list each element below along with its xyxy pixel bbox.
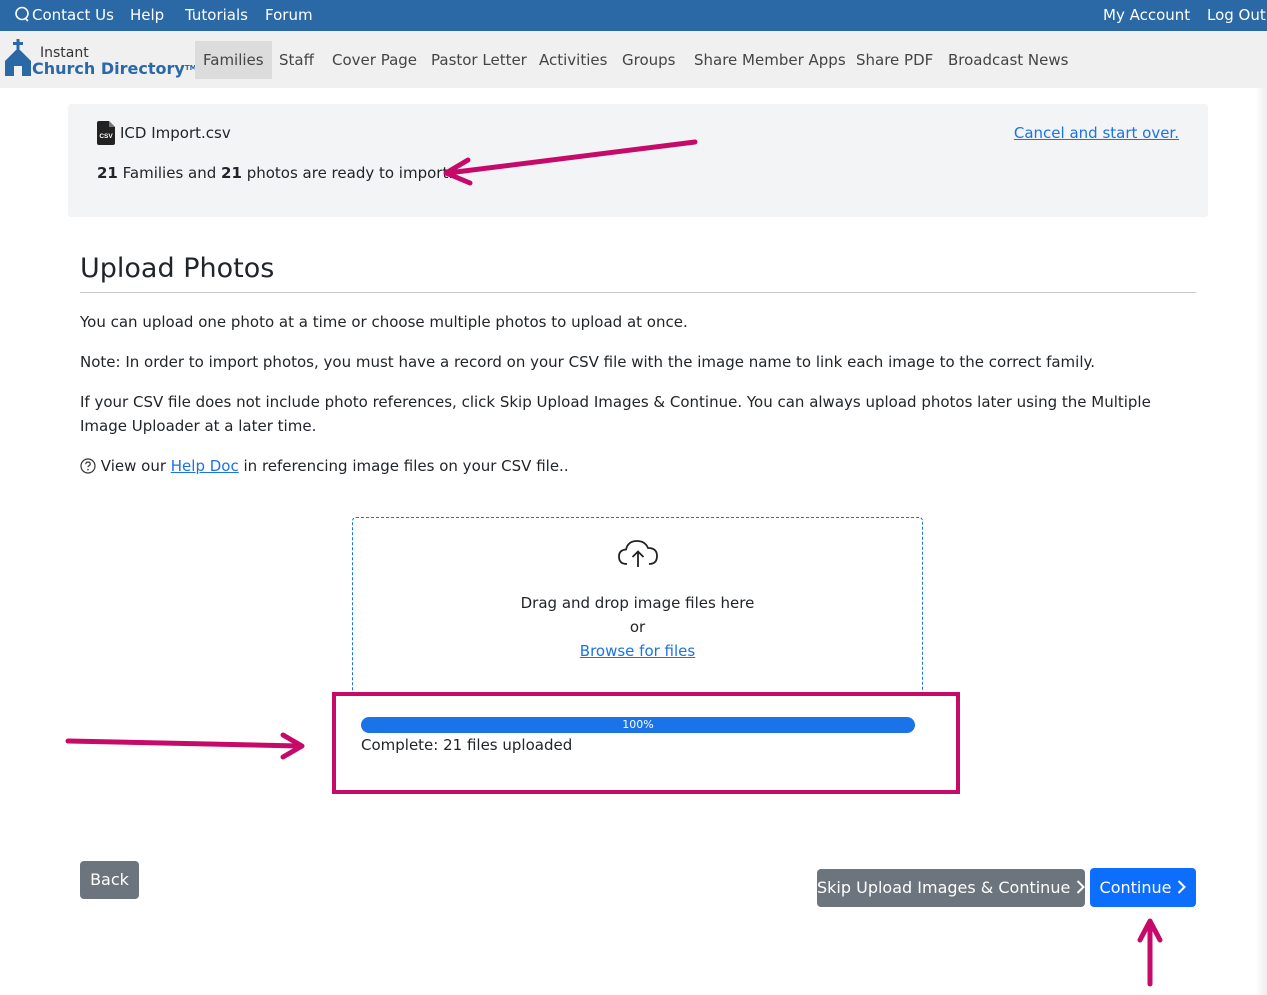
chevron-right-icon (1077, 880, 1086, 894)
contact-us-link[interactable]: Contact Us (14, 6, 114, 25)
right-edge-shade (1255, 88, 1267, 995)
nav-groups[interactable]: Groups (614, 41, 683, 79)
note-paragraph: Note: In order to import photos, you mus… (80, 353, 1095, 371)
nav-pastor-letter[interactable]: Pastor Letter (423, 41, 535, 79)
tutorials-link[interactable]: Tutorials (185, 6, 248, 25)
nav-staff[interactable]: Staff (271, 41, 322, 79)
chevron-right-icon (1178, 880, 1187, 894)
csv-file-icon: CSV (97, 121, 115, 145)
help-doc-line: View our Help Doc in referencing image f… (80, 454, 1160, 478)
cancel-start-over-link[interactable]: Cancel and start over. (1014, 124, 1179, 142)
logo[interactable]: Instant Church DirectoryTM (4, 39, 197, 81)
forum-link[interactable]: Forum (265, 6, 313, 25)
annotation-arrow-continue (1137, 918, 1163, 987)
nav-share-member-apps[interactable]: Share Member Apps (686, 41, 854, 79)
browse-files-link[interactable]: Browse for files (580, 642, 695, 660)
nav-share-pdf[interactable]: Share PDF (848, 41, 941, 79)
import-filename: ICD Import.csv (120, 124, 231, 142)
contact-us-label: Contact Us (32, 6, 114, 24)
logo-name: Church Directory (32, 59, 185, 78)
nav-activities[interactable]: Activities (531, 41, 615, 79)
my-account-link[interactable]: My Account (1103, 6, 1190, 25)
help-doc-suffix: in referencing image files on your CSV f… (243, 457, 569, 475)
continue-button[interactable]: Continue (1090, 868, 1196, 907)
intro-paragraph: You can upload one photo at a time or ch… (80, 313, 688, 331)
title-divider (80, 292, 1196, 293)
log-out-link[interactable]: Log Out (1207, 6, 1266, 25)
ready-to-import-message: 21 Families and 21 photos are ready to i… (97, 164, 453, 182)
csv-icon-label: CSV (99, 133, 113, 140)
skip-button-label: Skip Upload Images & Continue (817, 878, 1071, 897)
top-bar: Contact Us Help Tutorials Forum My Accou… (0, 0, 1267, 31)
drag-drop-text: Drag and drop image files here (520, 594, 755, 612)
families-count: 21 (97, 164, 118, 182)
skip-info-paragraph: If your CSV file does not include photo … (80, 393, 1151, 435)
help-doc-prefix: View our (100, 457, 166, 475)
photos-count: 21 (221, 164, 242, 182)
back-button[interactable]: Back (80, 861, 139, 899)
skip-upload-continue-button[interactable]: Skip Upload Images & Continue (817, 869, 1086, 907)
page-title: Upload Photos (80, 253, 275, 284)
file-dropzone[interactable]: Drag and drop image files here or Browse… (352, 517, 923, 693)
nav-cover-page[interactable]: Cover Page (324, 41, 425, 79)
nav-families[interactable]: Families (195, 41, 272, 79)
families-word: Families and (122, 164, 217, 182)
nav-broadcast-news[interactable]: Broadcast News (940, 41, 1076, 79)
question-circle-icon (80, 458, 96, 474)
logo-line-2: Church DirectoryTM (32, 59, 197, 78)
cloud-upload-icon (618, 540, 658, 567)
church-logo-icon (5, 39, 31, 76)
help-doc-link[interactable]: Help Doc (171, 457, 239, 475)
help-link[interactable]: Help (130, 6, 164, 25)
annotation-highlight-box (332, 692, 960, 794)
import-summary-panel: CSV ICD Import.csv Cancel and start over… (68, 104, 1208, 217)
main-navbar: Instant Church DirectoryTM Families Staf… (0, 31, 1267, 88)
continue-button-label: Continue (1099, 878, 1172, 897)
chat-icon (15, 6, 29, 22)
dropzone-or-text: or (629, 618, 646, 636)
photos-word: photos are ready to import. (246, 164, 454, 182)
annotation-arrow-progress (65, 732, 305, 760)
